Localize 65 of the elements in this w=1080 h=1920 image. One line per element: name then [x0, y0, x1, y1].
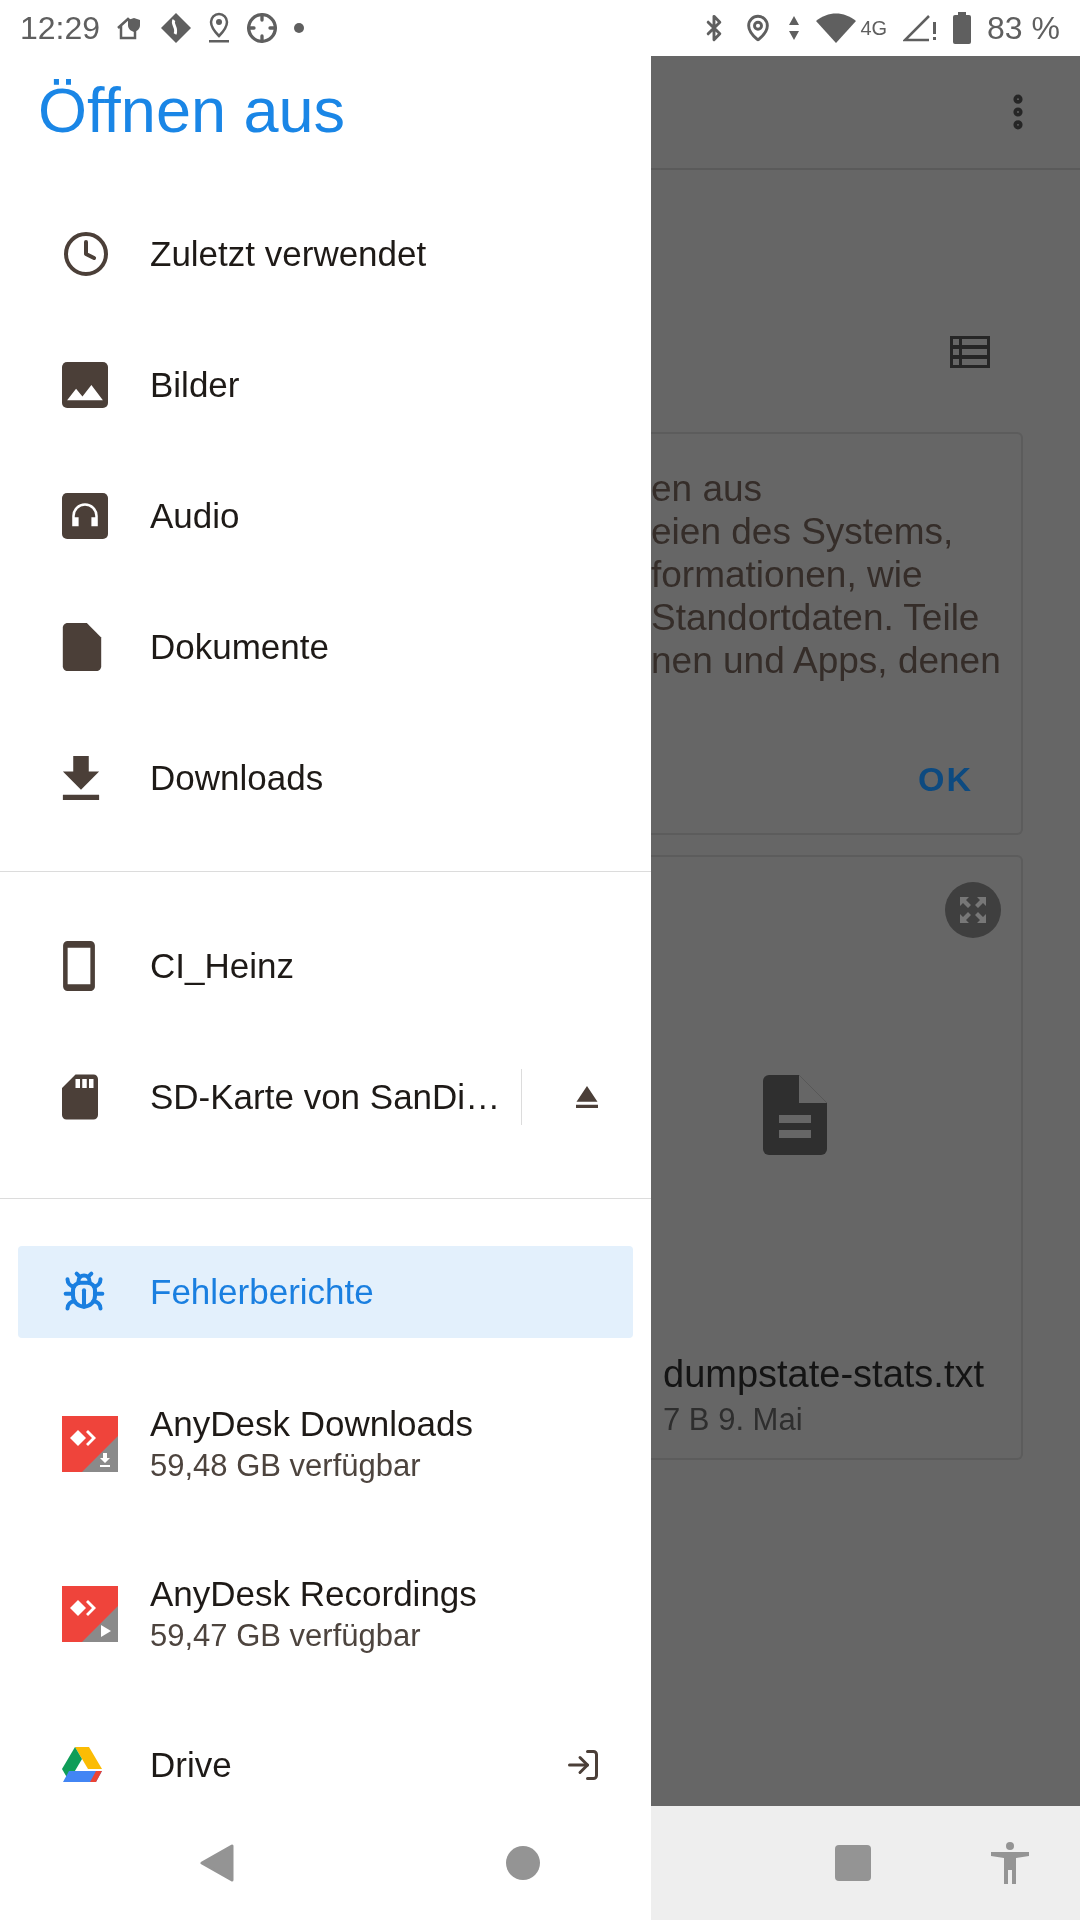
eject-icon [573, 1085, 601, 1108]
location-pin-icon [208, 12, 231, 44]
item-label: Downloads [150, 757, 325, 798]
data-arrows-icon [788, 14, 801, 42]
item-label: AnyDesk Downloads [150, 1404, 474, 1444]
image-icon [62, 361, 108, 408]
item-label: Bilder [150, 364, 241, 405]
drive-logo-icon [62, 1746, 102, 1783]
drawer-item[interactable]: SD-Karte von SanDi… [0, 1031, 651, 1162]
clock-time: 12:29 [20, 9, 101, 47]
item-label: CI_Heinz [150, 945, 295, 986]
message-text: Standortdaten. Teile [651, 596, 981, 639]
item-label: Zuletzt verwendet [150, 233, 428, 274]
list-view-icon[interactable] [950, 336, 990, 368]
drawer-item[interactable]: Downloads [0, 712, 651, 843]
item-label: AnyDesk Recordings [150, 1574, 478, 1614]
headphones-icon [62, 492, 108, 539]
item-label: Audio [150, 495, 241, 536]
home-button[interactable] [506, 1846, 540, 1880]
message-text: eien des Systems, [651, 510, 955, 553]
drawer-item[interactable]: Drive [0, 1699, 651, 1806]
clock-icon [62, 229, 110, 278]
battery-icon [953, 12, 972, 44]
drawer-item[interactable]: Fehlerberichte [18, 1246, 633, 1338]
network-type: 4G [860, 16, 888, 40]
message-text: nen und Apps, denen [651, 639, 1002, 682]
drawer-item[interactable]: Audio [0, 450, 651, 581]
drawer-item[interactable]: AnyDesk Recordings 59,47 GB verfügbar [0, 1529, 651, 1699]
recents-icon [835, 1845, 871, 1881]
message-text: formationen, wie [651, 553, 924, 596]
bug-icon [62, 1270, 106, 1314]
accessibility-icon [991, 1842, 1029, 1884]
file-name: dumpstate-stats.txt [663, 1353, 985, 1396]
drawer-item[interactable]: AnyDesk Downloads 59,48 GB verfügbar [0, 1359, 651, 1529]
crosshair-icon [246, 12, 279, 44]
wifi-icon [816, 13, 857, 43]
battery-percentage: 83 % [987, 9, 1060, 47]
phone-icon [62, 940, 96, 991]
file-meta: 7 B 9. Mai [663, 1402, 804, 1438]
drawer-title: Öffnen aus [37, 74, 347, 147]
message-text: en aus [651, 467, 764, 510]
drawer-item[interactable]: Dokumente [0, 581, 651, 712]
item-subtitle: 59,47 GB verfügbar [150, 1618, 422, 1654]
app-icon [62, 1586, 118, 1642]
document-icon [62, 622, 102, 671]
item-label: Fehlerberichte [150, 1272, 375, 1312]
home-icon [506, 1846, 540, 1880]
app-icon [62, 1416, 118, 1472]
item-label: SD-Karte von SanDi… [150, 1076, 502, 1117]
signal-icon [903, 14, 938, 42]
dot-icon [294, 23, 305, 33]
drawer-item[interactable]: CI_Heinz [0, 900, 651, 1031]
map-diamond-icon [160, 12, 193, 44]
item-label: Dokumente [150, 626, 330, 667]
item-label: Drive [150, 1744, 233, 1785]
drawer-item[interactable]: Bilder [0, 319, 651, 450]
back-icon [200, 1844, 234, 1882]
drawer-item[interactable]: Zuletzt verwendet [0, 188, 651, 319]
accessibility-button[interactable] [991, 1842, 1029, 1884]
item-subtitle: 59,48 GB verfügbar [150, 1448, 422, 1484]
expand-icon[interactable] [945, 882, 1001, 938]
download-icon [62, 755, 100, 800]
back-button[interactable] [200, 1844, 234, 1882]
document-icon [763, 1075, 827, 1155]
sd-card-icon [62, 1073, 98, 1120]
